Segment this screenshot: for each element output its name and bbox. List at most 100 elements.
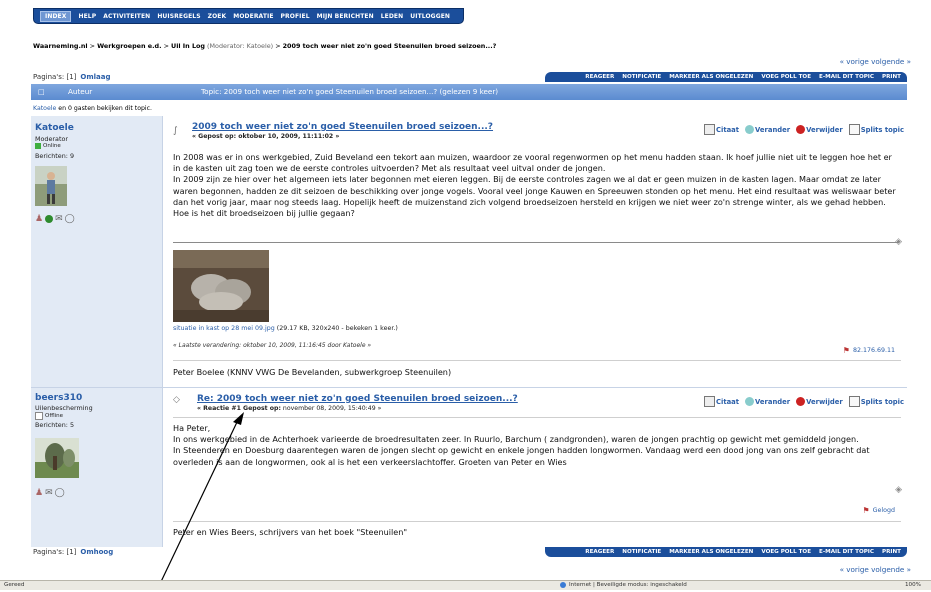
split-button[interactable]: Splits topic: [861, 398, 904, 406]
report-icon[interactable]: ◈: [895, 237, 902, 247]
viewers-line: Katoele en 0 gasten bekijken dit topic.: [33, 105, 153, 112]
post-1-post-count: Berichten: 9: [35, 152, 75, 160]
author-column-header: Auteur: [68, 87, 93, 96]
flag-icon: ⚑: [842, 346, 850, 355]
viewer-user-link[interactable]: Katoele: [33, 105, 56, 112]
post-2-content: ◇ Re: 2009 toch weer niet zo'n goed Stee…: [163, 388, 907, 547]
post-2-actions: Citaat Verander Verwijder Splits topic: [698, 396, 904, 407]
post-2-post-count: Berichten: 5: [35, 421, 75, 429]
delete-icon: [796, 125, 806, 134]
topic-buttons-top: REAGEER NOTIFICATIE MARKEER ALS ONGELEZEN V…: [545, 72, 907, 82]
nav-profiel[interactable]: PROFIEL: [281, 13, 310, 20]
buddy-icon[interactable]: ♟: [35, 488, 43, 498]
attachment-thumbnail[interactable]: [173, 250, 269, 322]
breadcrumb-moderator: (Moderator: Katoele): [207, 42, 274, 50]
quote-icon: [704, 124, 716, 135]
report-icon[interactable]: ◈: [895, 485, 902, 495]
prev-next-links[interactable]: « vorige volgende »: [840, 57, 911, 66]
edit-button[interactable]: Verander: [755, 398, 790, 406]
split-button[interactable]: Splits topic: [861, 126, 904, 134]
post-1-author[interactable]: Katoele: [35, 123, 74, 133]
breadcrumb-board[interactable]: Uil In Log: [171, 42, 205, 50]
offline-icon: [35, 412, 43, 420]
post-1-user-icons: ♟ ✉ ◯: [35, 214, 75, 224]
post-2-body: Ha Peter, In ons werkgebied in de Achter…: [173, 423, 870, 467]
topic-icon: □: [38, 87, 45, 96]
buddy-icon[interactable]: ♟: [35, 214, 43, 224]
divider: [173, 242, 898, 243]
topic-title-header: Topic: 2009 toch weer niet zo'n goed Ste…: [201, 87, 499, 96]
post-1-ip: ⚑ 82.176.69.11: [842, 346, 895, 355]
post-2-author-panel: beers310 Uilenbescherming Offline Berich…: [31, 388, 163, 547]
pagination-bottom: Pagina's: [1] Omhoog: [33, 548, 114, 556]
post-1-status: Online: [35, 143, 61, 149]
topic-button-notificatie[interactable]: NOTIFICATIE: [622, 549, 661, 555]
omhoog-link[interactable]: Omhoog: [80, 548, 113, 556]
breadcrumb-group[interactable]: Werkgroepen e.d.: [97, 42, 161, 50]
topic-button-notificatie[interactable]: NOTIFICATIE: [622, 74, 661, 80]
delete-button[interactable]: Verwijder: [806, 126, 843, 134]
topic-button-print[interactable]: PRINT: [882, 549, 901, 555]
omlaag-link[interactable]: Omlaag: [80, 73, 110, 81]
nav-mijn-berichten[interactable]: MIJN BERICHTEN: [317, 13, 374, 20]
delete-icon: [796, 397, 806, 406]
pm-icon[interactable]: ◯: [55, 488, 65, 498]
nav-moderatie[interactable]: MODERATIE: [233, 13, 273, 20]
nav-zoek[interactable]: ZOEK: [208, 13, 227, 20]
edit-icon: [745, 397, 755, 406]
globe-icon: [560, 582, 566, 588]
post-2-date: « Reactie #1 Gepost op: november 08, 200…: [197, 405, 382, 412]
post-1-avatar: [35, 166, 67, 206]
topic-button-e-mail-dit-topic[interactable]: E-MAIL DIT TOPIC: [819, 549, 874, 555]
topic-button-markeer-als-ongelezen[interactable]: MARKEER ALS ONGELEZEN: [669, 549, 753, 555]
topic-button-voeg-poll-toe[interactable]: VOEG POLL TOE: [761, 549, 811, 555]
post-1-last-edit: « Laatste verandering: oktober 10, 2009,…: [173, 342, 372, 349]
post-1-actions: Citaat Verander Verwijder Splits topic: [698, 124, 904, 135]
reply-icon: ◇: [173, 395, 180, 405]
nav-uitloggen[interactable]: UITLOGGEN: [410, 13, 450, 20]
topic-button-markeer-als-ongelezen[interactable]: MARKEER ALS ONGELEZEN: [669, 74, 753, 80]
breadcrumb: Waarneming.nl > Werkgroepen e.d. > Uil I…: [33, 42, 497, 50]
post-1-author-panel: Katoele Moderator Online Berichten: 9 ♟ …: [31, 116, 163, 387]
topic-button-voeg-poll-toe[interactable]: VOEG POLL TOE: [761, 74, 811, 80]
email-icon[interactable]: ✉: [55, 214, 63, 224]
edit-icon: [745, 125, 755, 134]
post-2-subject[interactable]: Re: 2009 toch weer niet zo'n goed Steenu…: [197, 394, 518, 404]
annotation-arrow: [157, 412, 244, 589]
nav-help[interactable]: HELP: [78, 13, 96, 20]
quote-button[interactable]: Citaat: [716, 398, 739, 406]
nav-activiteiten[interactable]: ACTIVITEITEN: [103, 13, 150, 20]
email-icon[interactable]: ✉: [45, 488, 53, 498]
topic-button-print[interactable]: PRINT: [882, 74, 901, 80]
breadcrumb-topic[interactable]: 2009 toch weer niet zo'n goed Steenuilen…: [283, 42, 497, 50]
post-2-author[interactable]: beers310: [35, 393, 82, 403]
security-zone: Internet | Beveiligde modus: ingeschakel…: [560, 582, 687, 588]
nav-huisregels[interactable]: HUISREGELS: [157, 13, 200, 20]
topic-button-e-mail-dit-topic[interactable]: E-MAIL DIT TOPIC: [819, 74, 874, 80]
pm-icon[interactable]: ◯: [65, 214, 75, 224]
edit-button[interactable]: Verander: [755, 126, 790, 134]
zoom-level[interactable]: 100%: [905, 582, 921, 588]
attachment-link[interactable]: situatie in kast op 28 mei 09.jpg (29.17…: [173, 325, 398, 332]
signature-divider: [173, 360, 901, 361]
post-1: Katoele Moderator Online Berichten: 9 ♟ …: [31, 116, 907, 387]
quote-button[interactable]: Citaat: [716, 126, 739, 134]
quote-icon: [704, 396, 716, 407]
post-2-user-icons: ♟ ✉ ◯: [35, 488, 65, 498]
post-2-role: Uilenbescherming: [35, 404, 93, 412]
post-1-body: In 2008 was er in ons werkgebied, Zuid B…: [173, 152, 896, 219]
nav-leden[interactable]: LEDEN: [381, 13, 404, 20]
post-1-subject[interactable]: 2009 toch weer niet zo'n goed Steenuilen…: [192, 122, 493, 132]
post-1-signature: Peter Boelee (KNNV VWG De Bevelanden, su…: [173, 367, 452, 377]
topic-button-reageer[interactable]: REAGEER: [585, 74, 614, 80]
topic-button-reageer[interactable]: REAGEER: [585, 549, 614, 555]
globe-icon[interactable]: [45, 215, 54, 223]
pagination-top: Pagina's: [1] Omlaag: [33, 73, 111, 81]
delete-button[interactable]: Verwijder: [806, 398, 843, 406]
prev-next-links-bottom[interactable]: « vorige volgende »: [840, 565, 911, 574]
split-icon: [848, 396, 860, 407]
breadcrumb-site[interactable]: Waarneming.nl: [33, 42, 88, 50]
post-1-date: « Gepost op: oktober 10, 2009, 11:11:02 …: [192, 133, 340, 140]
topic-buttons-bottom: REAGEER NOTIFICATIE MARKEER ALS ONGELEZEN V…: [545, 547, 907, 557]
nav-index[interactable]: INDEX: [40, 10, 72, 22]
